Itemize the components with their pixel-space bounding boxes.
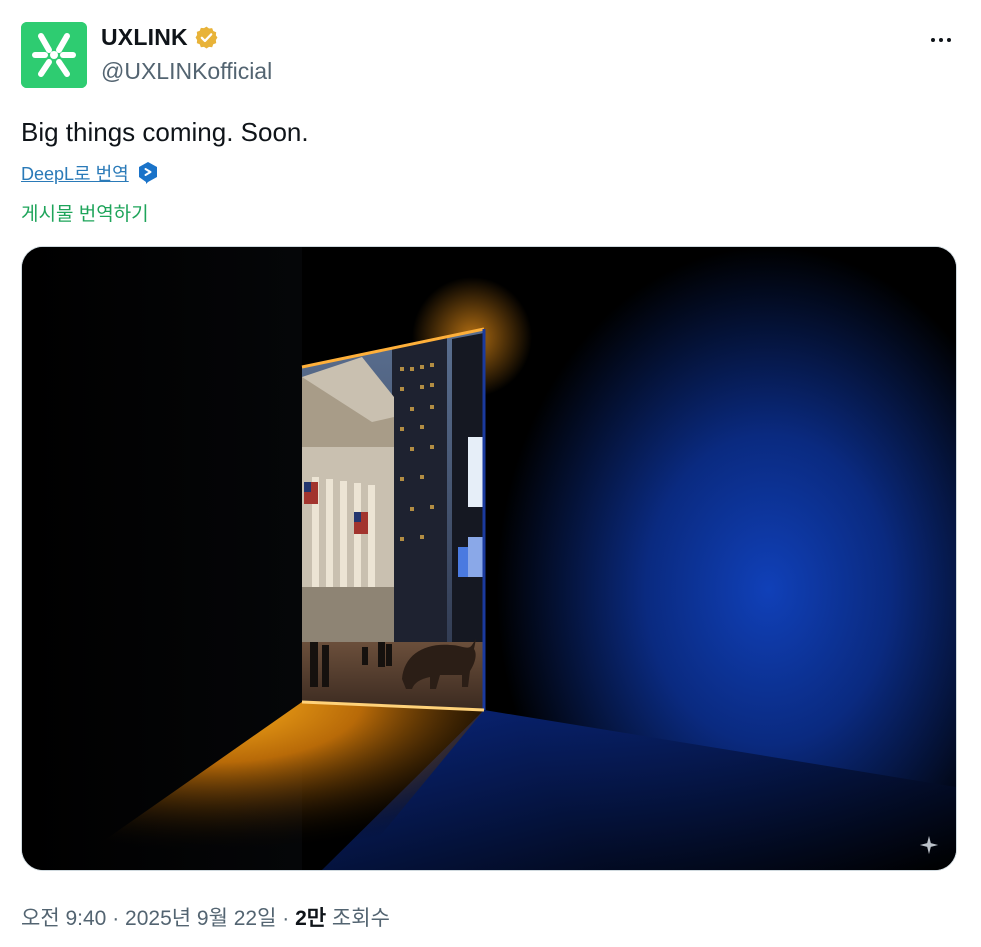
post-time[interactable]: 오전 9:40 (21, 907, 106, 930)
deepl-icon[interactable] (137, 161, 159, 185)
avatar[interactable] (21, 22, 87, 88)
views-label: 조회수 (326, 907, 390, 930)
more-options-icon[interactable] (925, 28, 957, 52)
post-meta: 오전 9:40 · 2025년 9월 22일 · 2만 조회수 (21, 902, 390, 932)
deepl-translate-link[interactable]: DeepL로 번역 (21, 160, 129, 186)
post-image[interactable] (21, 246, 957, 871)
sparkle-icon (918, 834, 940, 856)
post-date[interactable]: 2025년 9월 22일 (125, 907, 276, 930)
views-count: 2만 (295, 907, 327, 930)
uxlink-logo-icon (21, 22, 87, 88)
meta-separator: · (276, 907, 296, 930)
verified-badge-icon[interactable] (194, 25, 219, 50)
door-to-wall-street-image (22, 247, 956, 870)
author-name-row[interactable]: UXLINK (101, 24, 219, 51)
translate-post-link[interactable]: 게시물 번역하기 (21, 199, 149, 226)
handle[interactable]: @UXLINKofficial (101, 58, 272, 85)
display-name[interactable]: UXLINK (101, 24, 188, 51)
meta-separator: · (106, 907, 126, 930)
deepl-translate[interactable]: DeepL로 번역 (21, 160, 159, 186)
post-text: Big things coming. Soon. (21, 117, 309, 147)
